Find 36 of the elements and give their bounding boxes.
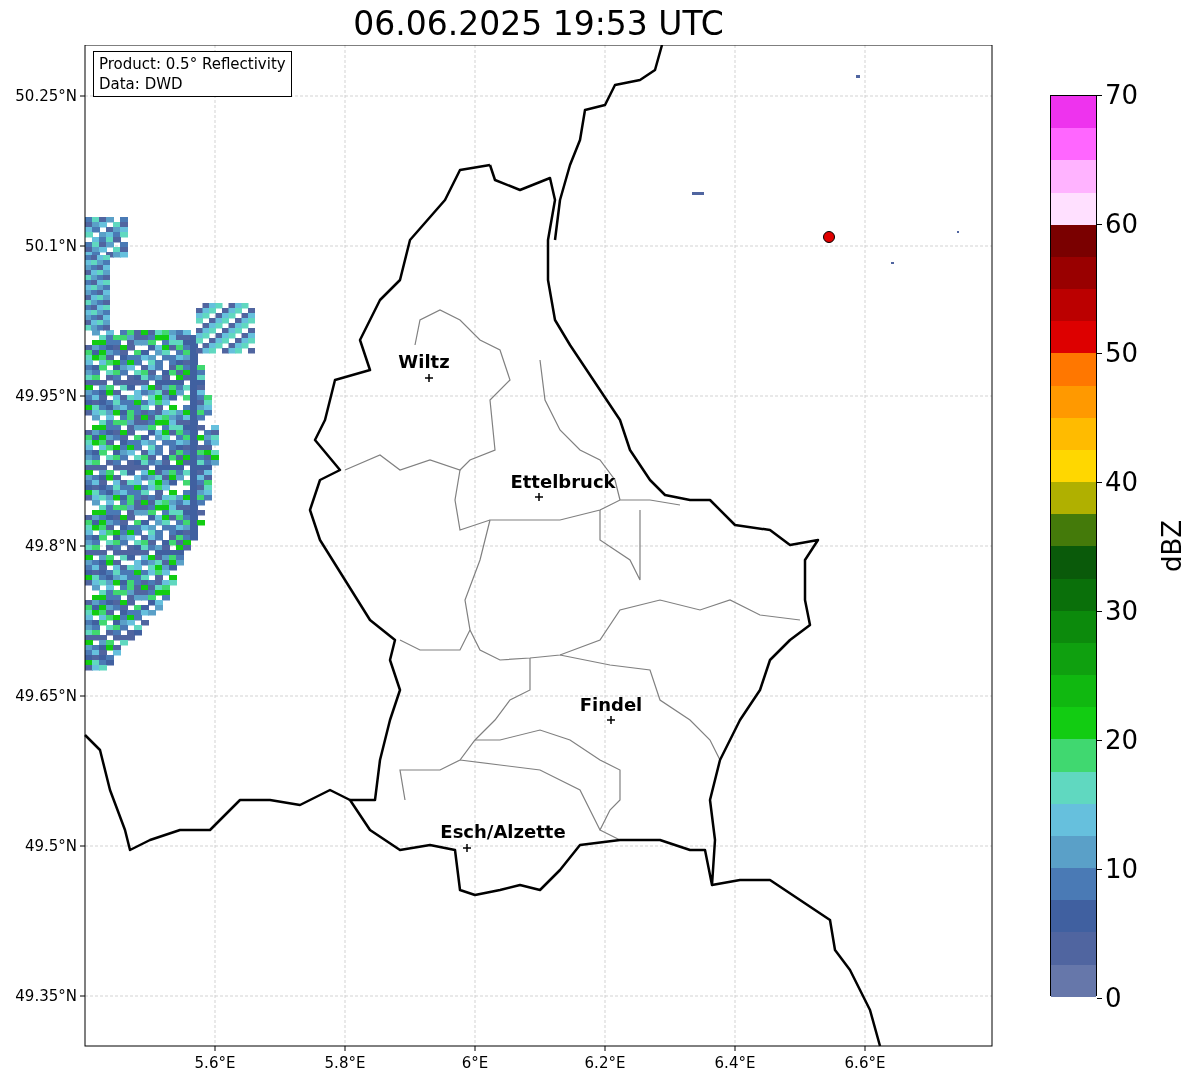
longitude-label: 6.2°E — [584, 1054, 626, 1072]
city-marker-icon — [606, 715, 616, 725]
latitude-label: 50.25°N — [15, 87, 77, 105]
latitude-label: 49.65°N — [15, 687, 77, 705]
city-marker-icon — [534, 492, 544, 502]
colorbar-tick-label: 30 — [1105, 596, 1139, 626]
info-text: Data: DWD — [99, 74, 184, 94]
colorbar-tick-label: 70 — [1105, 80, 1139, 110]
colorbar-tick-label: 60 — [1105, 209, 1139, 239]
chart-title: 06.06.2025 19:53 UTC — [352, 3, 725, 45]
city-marker-icon — [462, 843, 472, 853]
city-label: Wiltz — [398, 351, 450, 372]
colorbar-tick-label: 40 — [1105, 467, 1139, 497]
radar-echo-speck — [692, 192, 704, 195]
latitude-label: 50.1°N — [24, 237, 77, 255]
longitude-label: 6°E — [461, 1054, 489, 1072]
city-marker-icon — [424, 373, 434, 383]
longitude-label: 6.6°E — [844, 1054, 886, 1072]
latitude-label: 49.95°N — [15, 387, 77, 405]
colorbar-tick-label: 50 — [1105, 338, 1139, 368]
city-label: Ettelbruck — [510, 471, 616, 492]
colorbar-tick-label: 10 — [1105, 854, 1139, 884]
longitude-label: 5.8°E — [324, 1054, 366, 1072]
city-label: Findel — [579, 694, 643, 715]
latitude-label: 49.5°N — [24, 837, 77, 855]
latitude-label: 49.35°N — [15, 987, 77, 1005]
colorbar-tick-label: 20 — [1105, 725, 1139, 755]
radar-echo-speck — [856, 75, 860, 78]
colorbar-label: dBZ — [1157, 519, 1184, 572]
city-label: Esch/Alzette — [440, 821, 566, 842]
radar-site-icon — [823, 231, 835, 243]
longitude-label: 6.4°E — [714, 1054, 756, 1072]
latitude-label: 49.8°N — [24, 537, 77, 555]
longitude-label: 5.6°E — [194, 1054, 236, 1072]
info-text: Product: 0.5° Reflectivity — [99, 54, 286, 74]
colorbar-tick-label: 0 — [1105, 983, 1122, 1013]
